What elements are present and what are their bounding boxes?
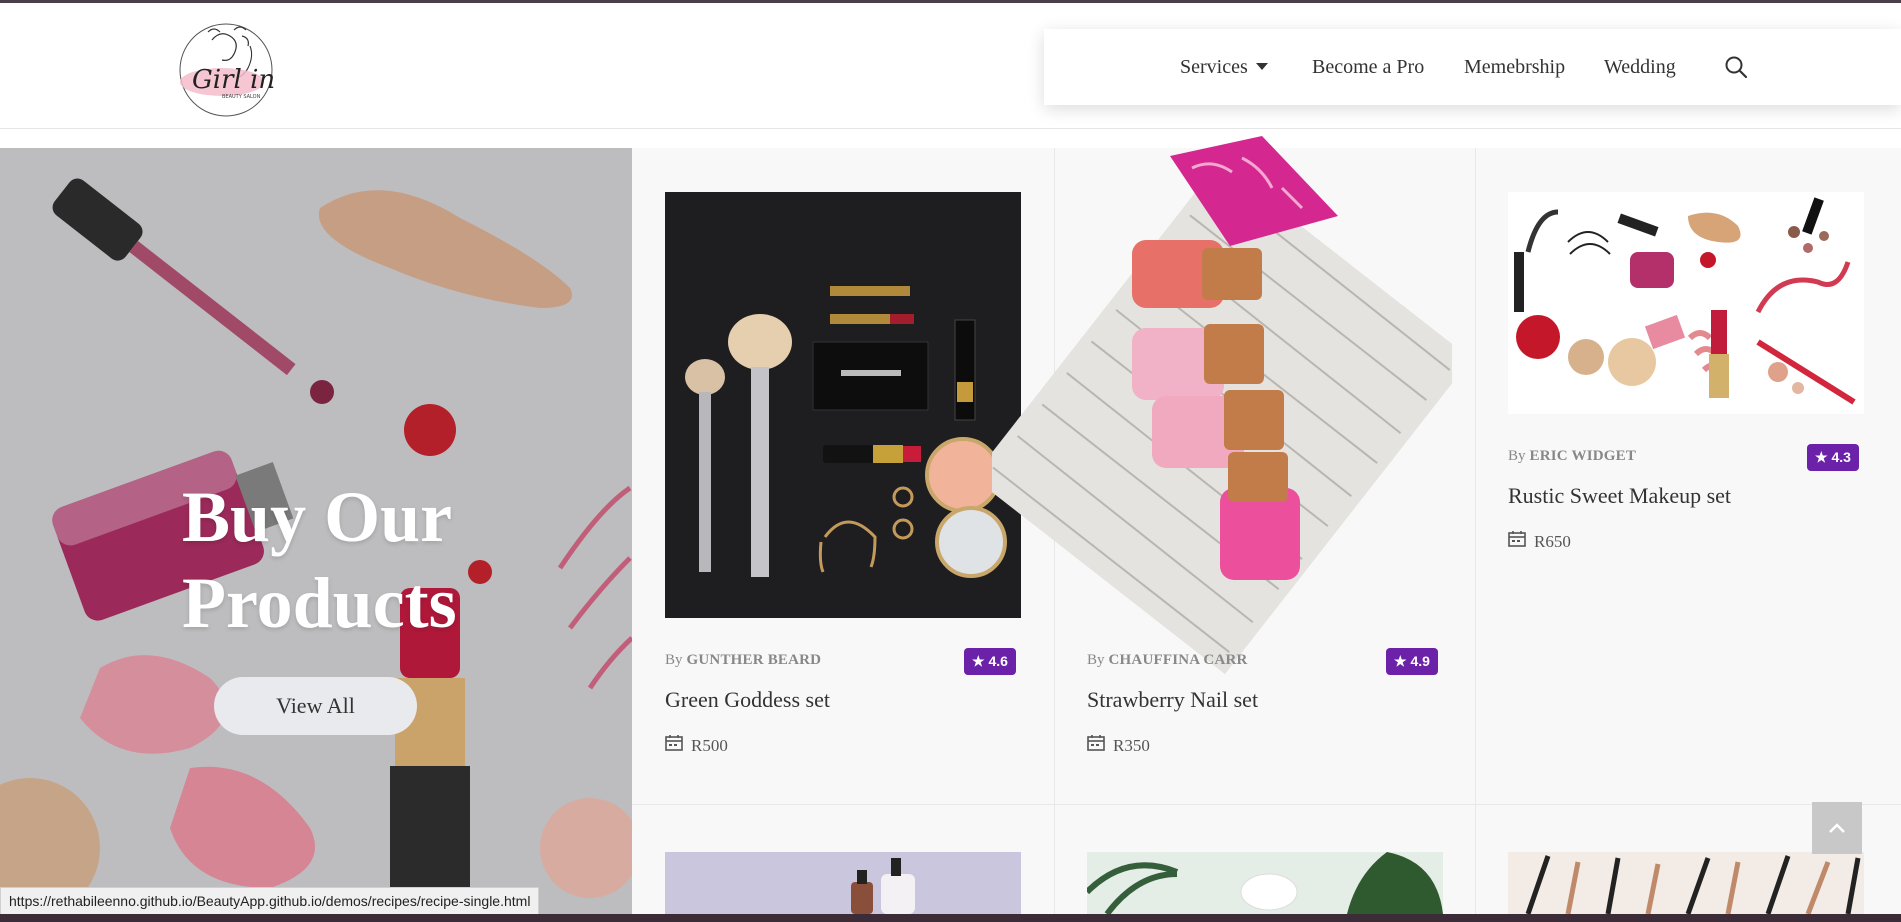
- main-navigation: Services Become a Pro Memebrship Wedding: [1044, 29, 1901, 105]
- brand-logo[interactable]: Girl in BEAUTY SALON: [172, 18, 284, 118]
- product-title[interactable]: Strawberry Nail set: [1087, 687, 1258, 713]
- rating-value: 4.9: [1410, 653, 1430, 669]
- logo-brand-text: Girl in: [192, 65, 275, 95]
- status-bar-url: https://rethabileenno.github.io/BeautyAp…: [0, 887, 540, 916]
- nav-wedding[interactable]: Wedding: [1604, 56, 1676, 79]
- rating-badge: ★ 4.3: [1807, 444, 1859, 471]
- nav-become-a-pro[interactable]: Become a Pro: [1312, 56, 1424, 79]
- product-byline: By GUNTHER BEARD: [665, 652, 821, 669]
- product-title[interactable]: Green Goddess set: [665, 687, 830, 713]
- site-header: Girl in BEAUTY SALON Services Become a P…: [0, 3, 1901, 129]
- byline-prefix: By: [1087, 652, 1105, 668]
- price-value: R650: [1534, 532, 1571, 551]
- product-author[interactable]: CHAUFFINA CARR: [1109, 652, 1248, 668]
- product-image[interactable]: [665, 852, 1021, 914]
- chevron-up-icon: [1829, 823, 1845, 833]
- product-image[interactable]: [665, 192, 1021, 618]
- nav-services-label: Services: [1180, 56, 1248, 78]
- grid-divider: [632, 804, 1901, 805]
- price-value: R350: [1113, 736, 1150, 755]
- hero-banner: Buy Our Products View All: [0, 148, 632, 914]
- back-to-top-button[interactable]: [1812, 802, 1862, 854]
- product-author[interactable]: GUNTHER BEARD: [687, 652, 822, 668]
- star-icon: ★: [1394, 653, 1407, 669]
- rating-value: 4.3: [1831, 449, 1851, 465]
- product-price: R350: [1087, 734, 1150, 758]
- product-byline: By ERIC WIDGET: [1508, 448, 1636, 465]
- product-author[interactable]: ERIC WIDGET: [1530, 448, 1637, 464]
- byline-prefix: By: [1508, 448, 1526, 464]
- hero-title-line2: Products: [182, 563, 457, 643]
- product-grid: By GUNTHER BEARD ★ 4.6 Green Goddess set …: [632, 136, 1901, 914]
- product-image[interactable]: [1508, 192, 1864, 414]
- star-icon: ★: [972, 653, 985, 669]
- rating-badge: ★ 4.9: [1386, 648, 1438, 675]
- logo-sub-text: BEAUTY SALON: [222, 94, 261, 100]
- star-icon: ★: [1815, 449, 1828, 465]
- product-price: R650: [1508, 530, 1571, 554]
- nav-services[interactable]: Services: [1180, 56, 1268, 79]
- hero-title-line1: Buy Our: [182, 477, 453, 557]
- calendar-icon: [665, 734, 683, 756]
- hero-title: Buy Our Products: [182, 474, 512, 646]
- grid-divider: [1475, 148, 1476, 914]
- caret-down-icon: [1255, 62, 1268, 70]
- calendar-icon: [1508, 530, 1526, 552]
- nav-membership[interactable]: Memebrship: [1464, 56, 1565, 79]
- search-icon[interactable]: [1724, 55, 1748, 79]
- price-value: R500: [691, 736, 728, 755]
- product-image[interactable]: [972, 128, 1472, 708]
- byline-prefix: By: [665, 652, 683, 668]
- view-all-button[interactable]: View All: [214, 677, 417, 735]
- window-bottom-border: [0, 914, 1901, 922]
- product-byline: By CHAUFFINA CARR: [1087, 652, 1248, 669]
- product-price: R500: [665, 734, 728, 758]
- calendar-icon: [1087, 734, 1105, 756]
- product-image[interactable]: [1508, 852, 1864, 914]
- product-image[interactable]: [1087, 852, 1443, 914]
- product-title[interactable]: Rustic Sweet Makeup set: [1508, 483, 1731, 509]
